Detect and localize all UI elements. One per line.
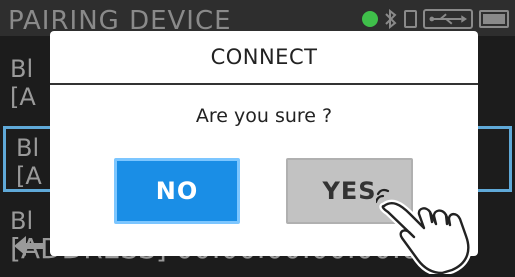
dialog-title: CONNECT	[210, 45, 318, 69]
pointing-hand-icon	[376, 188, 472, 274]
no-button[interactable]: NO	[114, 158, 240, 224]
sd-card-icon	[404, 10, 417, 28]
figure-frame: PAIRING DEVICE Bl [A Bl [A Bl CONNECT Ar…	[0, 0, 515, 277]
device-screen: PAIRING DEVICE Bl [A Bl [A Bl CONNECT Ar…	[0, 0, 515, 277]
dialog-message: Are you sure ?	[195, 105, 333, 127]
status-icons	[362, 8, 509, 30]
dialog-divider	[50, 83, 478, 85]
usb-icon	[423, 9, 473, 29]
back-arrow-icon[interactable]	[12, 234, 46, 258]
battery-icon	[479, 10, 509, 28]
bluetooth-icon	[385, 9, 397, 29]
status-indicator-icon	[362, 11, 378, 27]
